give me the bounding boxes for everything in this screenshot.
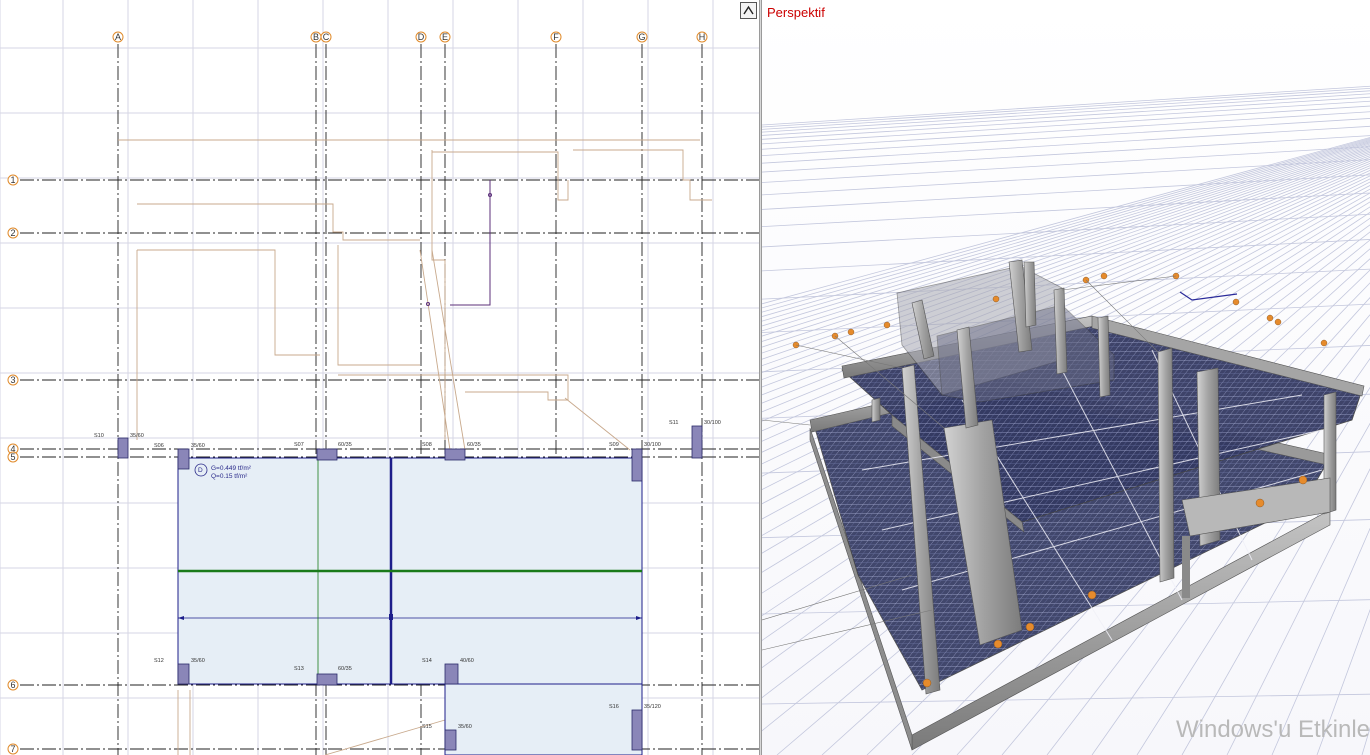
perspective-3d-model[interactable] — [762, 0, 1370, 755]
column-size: 35/60 — [130, 433, 144, 439]
column-size: 30/100 — [644, 442, 661, 448]
column-size: 60/35 — [338, 666, 352, 672]
column-name: S13 — [294, 666, 304, 672]
axis-label: D — [418, 32, 425, 42]
axis-label: B — [313, 32, 319, 42]
axis-label: 5 — [10, 452, 15, 462]
axis-label: H — [699, 32, 706, 42]
axis-label: 6 — [10, 680, 15, 690]
column-size: 35/60 — [458, 724, 472, 730]
column-size: 35/60 — [191, 658, 205, 664]
column-size: 60/35 — [338, 442, 352, 448]
column-name: S14 — [422, 658, 432, 664]
axis-bubble-G[interactable]: G — [636, 31, 648, 43]
column-name: S16 — [609, 704, 619, 710]
column-name: S07 — [294, 442, 304, 448]
axis-label: 7 — [10, 744, 15, 754]
axis-label: A — [115, 32, 121, 42]
column-size: 30/100 — [704, 420, 721, 426]
axis-bubble-B[interactable]: B — [310, 31, 322, 43]
column-S10[interactable]: S10 35/60 — [94, 433, 144, 459]
column-size: 35/120 — [644, 704, 661, 710]
slab-panel-lower[interactable] — [444, 683, 643, 755]
live-load-text: Q=0.15 tf/m² — [211, 473, 248, 480]
column-size: 35/60 — [191, 443, 205, 449]
column-name: S09 — [609, 442, 619, 448]
axis-bubble-C[interactable]: C — [320, 31, 332, 43]
column-name: S06 — [154, 443, 164, 449]
axis-bubble-6[interactable]: 6 — [7, 679, 19, 691]
axis-label: C — [323, 32, 330, 42]
axis-label: G — [638, 32, 645, 42]
column-size: 60/35 — [467, 442, 481, 448]
column-name: S12 — [154, 658, 164, 664]
axis-label: 3 — [10, 375, 15, 385]
column-size: 40/60 — [460, 658, 474, 664]
axis-bubble-1[interactable]: 1 — [7, 174, 19, 186]
axis-bubble-H[interactable]: H — [696, 31, 708, 43]
axis-bubble-2[interactable]: 2 — [7, 227, 19, 239]
dead-load-text: G=0.449 tf/m² — [211, 465, 252, 472]
axis-bubble-F[interactable]: F — [550, 31, 562, 43]
axis-bubble-E[interactable]: E — [439, 31, 451, 43]
column-name: S10 — [94, 433, 104, 439]
perspective-view-pane[interactable]: Perspektif Windows'u Etkinle — [762, 0, 1370, 755]
axis-label: 2 — [10, 228, 15, 238]
plan-drawing[interactable]: D G=0.449 tf/m² Q=0.15 tf/m² S10 35/60 S06… — [0, 0, 760, 755]
maximize-button[interactable] — [740, 2, 757, 19]
column-name: S11 — [669, 420, 678, 426]
axis-bubble-D[interactable]: D — [415, 31, 427, 43]
column-name: S08 — [422, 442, 432, 448]
axis-bubble-A[interactable]: A — [112, 31, 124, 43]
axis-label: 1 — [10, 175, 15, 185]
column-name: S15 — [422, 724, 432, 730]
activation-watermark: Windows'u Etkinle — [1176, 716, 1370, 743]
axis-bubble-3[interactable]: 3 — [7, 374, 19, 386]
perspective-title: Perspektif — [767, 5, 825, 20]
axis-label: F — [553, 32, 559, 42]
plan-view-pane[interactable]: D G=0.449 tf/m² Q=0.15 tf/m² S10 35/60 S06… — [0, 0, 760, 755]
axis-bubble-5[interactable]: 5 — [7, 451, 19, 463]
svg-text:D: D — [198, 467, 203, 474]
axis-bubble-7[interactable]: 7 — [7, 743, 19, 755]
axis-label: E — [442, 32, 448, 42]
